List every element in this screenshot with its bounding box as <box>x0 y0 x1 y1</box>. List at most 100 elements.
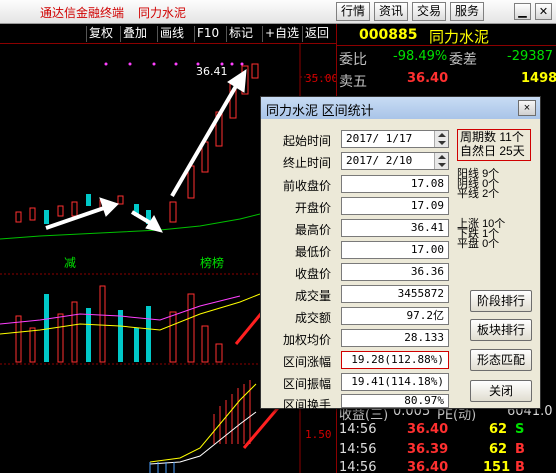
indicator-line-white <box>149 411 257 465</box>
f10-button[interactable]: F10 <box>194 26 221 42</box>
volume-label: 成交量 <box>294 289 331 303</box>
start-time-input[interactable]: 2017/ 1/17 <box>341 130 449 148</box>
ma-line <box>0 213 261 240</box>
news-button[interactable]: 资讯 <box>374 2 409 21</box>
sector-ranking-button[interactable]: 板块排行 <box>470 319 532 341</box>
order-diff-value: -29387 <box>507 49 554 64</box>
close-icon[interactable]: ✕ <box>535 3 552 20</box>
weighted-avg-field: 28.133 <box>341 329 449 347</box>
flat-days-value: 0个 <box>482 238 500 250</box>
low-price-field: 17.00 <box>341 241 449 259</box>
stock-code: 000885 <box>359 27 418 43</box>
volume-bars <box>15 285 223 363</box>
order-ratio-label: 委比 <box>339 52 367 68</box>
minimize-icon[interactable]: ▁ <box>514 3 531 20</box>
turnover-amount-field: 97.2亿 <box>341 307 449 325</box>
period-summary-box: 周期数 11个 自然日 25天 <box>457 129 531 161</box>
stock-title: 同力水泥 <box>138 6 187 20</box>
flat-line-stat: 平线 2个 <box>457 188 500 200</box>
natural-days-value: 25天 <box>499 144 525 158</box>
end-time-spinner[interactable] <box>434 153 448 169</box>
dialog-close-icon[interactable]: × <box>518 100 536 116</box>
end-time-label: 终止时间 <box>282 156 331 170</box>
title-bar: 通达信金融终端 同力水泥 行情 资讯 交易 服务 ▁ ✕ <box>0 0 556 24</box>
tick-time: 14:56 <box>339 460 377 473</box>
ask5-price: 36.40 <box>407 71 449 86</box>
pattern-match-button[interactable]: 形态匹配 <box>470 349 532 371</box>
stock-name: 同力水泥 <box>429 28 490 46</box>
tick-time: 14:56 <box>339 442 377 457</box>
service-button[interactable]: 服务 <box>450 2 485 21</box>
peak-price-label: 36.41 <box>196 65 228 78</box>
start-time-value: 2017/ 1/17 <box>346 132 413 145</box>
period-count-value: 11个 <box>499 130 524 144</box>
period-count-label: 周期数 <box>460 130 497 144</box>
interval-turnover-field: 80.97% <box>341 394 449 408</box>
list-tag: 榜榜 <box>200 256 225 270</box>
stage-ranking-button[interactable]: 阶段排行 <box>470 290 532 312</box>
end-time-value: 2017/ 2/10 <box>346 154 413 167</box>
weighted-avg-label: 加权均价 <box>282 333 331 347</box>
restore-rights-button[interactable]: 复权 <box>86 26 115 42</box>
prev-close-label: 前收盘价 <box>282 179 331 193</box>
start-time-label: 起始时间 <box>282 134 331 148</box>
candles-left <box>15 63 259 224</box>
price-axis-label: 35.00 <box>305 72 339 85</box>
dialog-title: 同力水泥 区间统计 <box>266 103 374 118</box>
indicator-bars <box>213 380 251 444</box>
turnover-amount-label: 成交额 <box>294 311 331 325</box>
tick-price: 36.40 <box>407 460 449 473</box>
flat-line-value: 2个 <box>482 188 500 200</box>
end-time-input[interactable]: 2017/ 2/10 <box>341 152 449 170</box>
annotation-arrows <box>45 69 247 233</box>
start-time-spinner[interactable] <box>434 131 448 147</box>
prev-close-field: 17.08 <box>341 175 449 193</box>
quotes-button[interactable]: 行情 <box>336 2 371 21</box>
flat-days-stat: 平盘 0个 <box>457 238 500 250</box>
close-price-field: 36.36 <box>341 263 449 281</box>
tick-volume: 62 <box>489 442 508 457</box>
interval-stats-dialog: 同力水泥 区间统计 × 起始时间 2017/ 1/17 终止时间 2017/ 2… <box>260 96 541 412</box>
tick-direction: S <box>515 422 525 437</box>
tick-row: 14:56 36.40 62 S <box>337 422 556 442</box>
interval-gain-label: 区间涨幅 <box>282 355 331 369</box>
open-price-field: 17.09 <box>341 197 449 215</box>
ask5-row: 卖五 36.40 1498 <box>337 71 556 91</box>
overlay-button[interactable]: 叠加 <box>120 26 149 42</box>
interval-amplitude-field: 19.41(114.18%) <box>341 373 449 391</box>
chart-toolbar: 复权 叠加 画线 F10 标记 +自选 返回 <box>0 24 336 44</box>
back-button[interactable]: 返回 <box>302 26 331 42</box>
close-dialog-button[interactable]: 关闭 <box>470 380 532 402</box>
draw-line-button[interactable]: 画线 <box>157 26 186 42</box>
tick-time: 14:56 <box>339 422 377 437</box>
tick-direction: B <box>515 442 525 457</box>
add-watchlist-button[interactable]: +自选 <box>262 26 301 42</box>
indicator-line-yellow <box>149 383 257 463</box>
high-price-label: 最高价 <box>294 223 331 237</box>
mark-button[interactable]: 标记 <box>226 26 255 42</box>
app-title: 通达信金融终端 <box>40 6 125 20</box>
natural-days-label: 自然日 <box>460 144 497 158</box>
trade-button[interactable]: 交易 <box>412 2 447 21</box>
interval-amplitude-label: 区间振幅 <box>282 377 331 391</box>
ask5-volume: 1498 <box>521 71 556 86</box>
tick-volume: 151 <box>483 460 511 473</box>
indicator-axis-label: 1.50 <box>305 428 332 441</box>
flat-days-label: 平盘 <box>457 238 479 250</box>
ask5-label: 卖五 <box>339 74 367 90</box>
dialog-titlebar[interactable]: 同力水泥 区间统计 × <box>261 97 540 119</box>
tick-price: 36.40 <box>407 422 449 437</box>
tick-row: 14:56 36.40 151 B <box>337 460 556 473</box>
high-price-field: 36.41 <box>341 219 449 237</box>
tick-row: 14:56 36.39 62 B <box>337 442 556 462</box>
tick-direction: B <box>515 460 525 473</box>
flat-line-label: 平线 <box>457 188 479 200</box>
open-price-label: 开盘价 <box>294 201 331 215</box>
close-price-label: 收盘价 <box>294 267 331 281</box>
quote-header: 000885 同力水泥 <box>337 24 556 46</box>
tick-volume: 62 <box>489 422 508 437</box>
volume-ma-yellow <box>0 293 261 335</box>
order-ratio-value: -98.49% <box>393 49 448 64</box>
tick-price: 36.39 <box>407 442 449 457</box>
volume-field: 3455872 <box>341 285 449 303</box>
